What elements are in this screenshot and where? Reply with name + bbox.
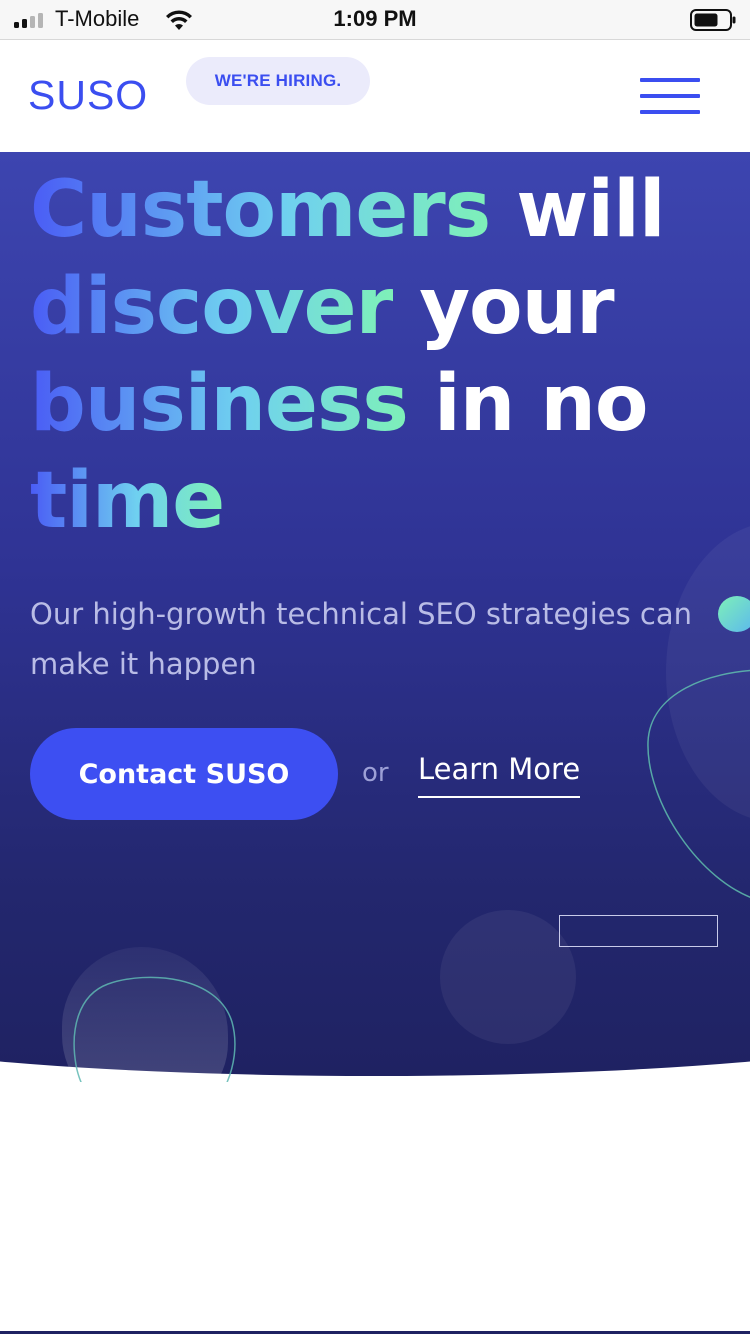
headline-word-will: will xyxy=(490,165,665,255)
decorative-outline-rectangle xyxy=(559,915,718,947)
headline-word-in-no: in no xyxy=(407,359,649,449)
headline-word-business: business xyxy=(30,359,409,449)
next-section-heading-peek xyxy=(30,1300,730,1334)
decorative-outline-blob xyxy=(73,976,236,1082)
contact-suso-button[interactable]: Contact SUSO xyxy=(30,728,338,820)
headline-word-discover: discover xyxy=(30,262,394,352)
hero-subtitle: Our high-growth technical SEO strategies… xyxy=(30,597,693,681)
hamburger-menu-icon[interactable] xyxy=(640,78,702,114)
suso-logo[interactable]: SUSO xyxy=(28,72,148,119)
learn-more-link[interactable]: Learn More xyxy=(418,752,581,798)
status-bar: T-Mobile 1:09 PM xyxy=(0,0,750,40)
hiring-badge[interactable]: WE'RE HIRING. xyxy=(186,57,370,105)
hero-section: Customers will discover your business in… xyxy=(0,152,750,1082)
headline-word-your: your xyxy=(393,262,614,352)
hero-headline: Customers will discover your business in… xyxy=(30,162,730,550)
headline-word-customers: Customers xyxy=(30,165,491,255)
site-header: SUSO WE'RE HIRING. xyxy=(0,40,750,152)
battery-icon xyxy=(690,9,736,31)
decorative-circle xyxy=(440,910,576,1044)
decorative-outline-blob xyxy=(647,669,750,898)
status-time: 1:09 PM xyxy=(333,6,417,31)
headline-word-time: time xyxy=(30,456,225,546)
or-label: or xyxy=(362,758,389,788)
